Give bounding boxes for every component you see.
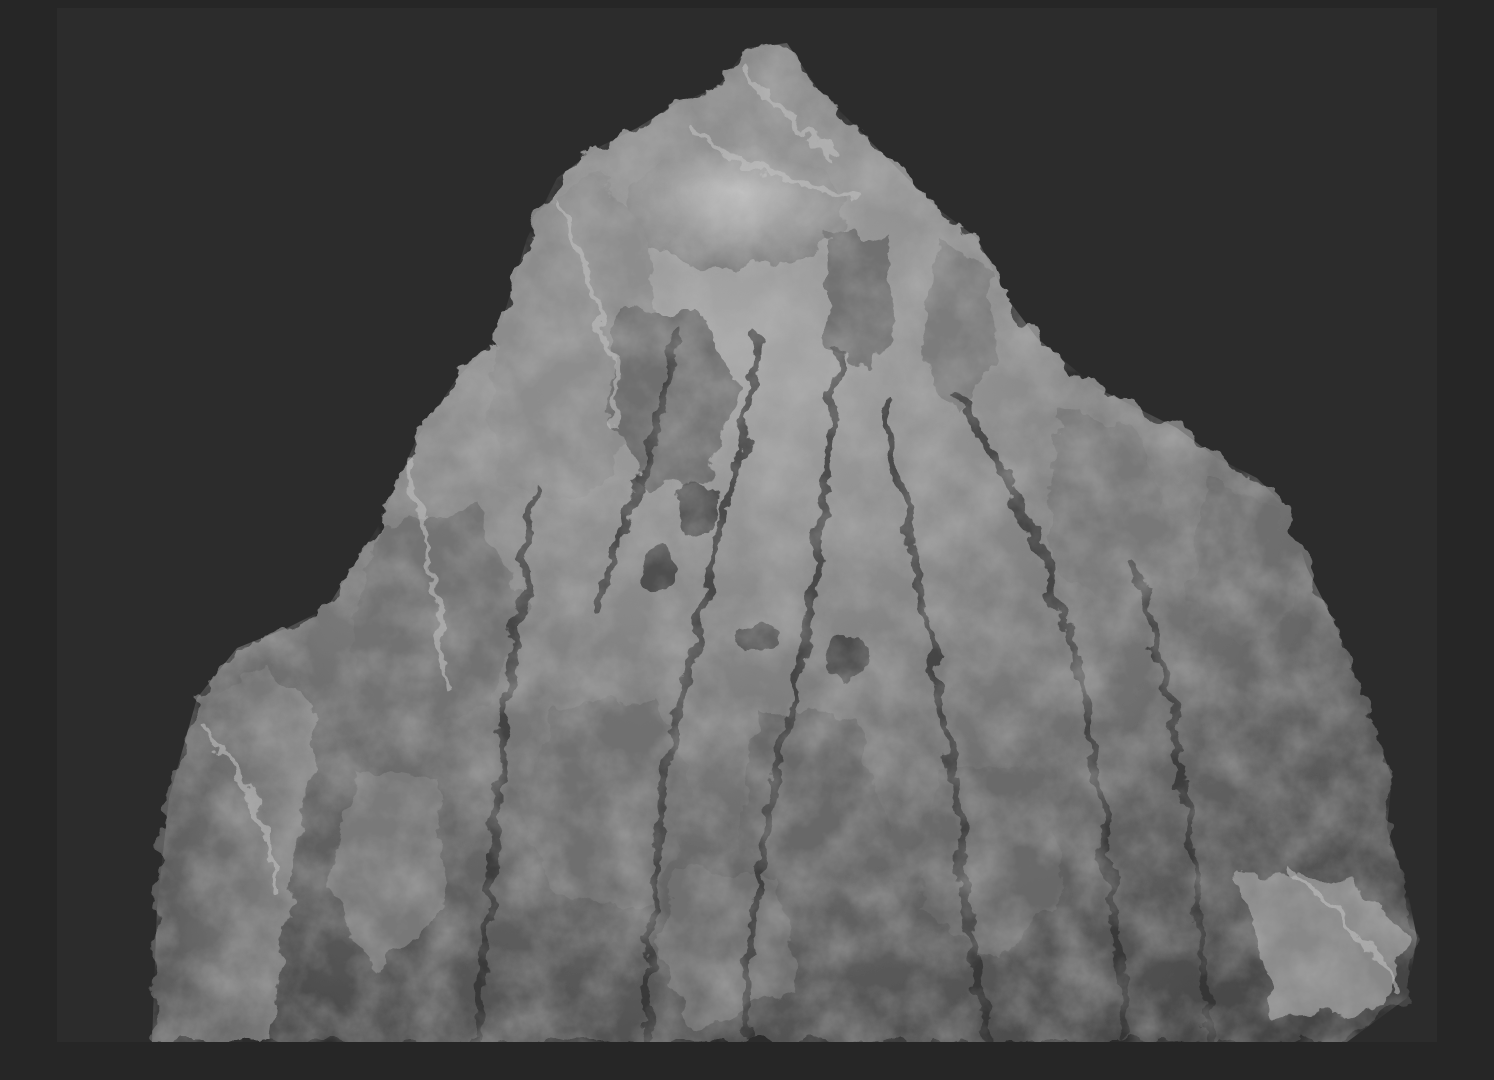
sculpt-viewport[interactable] [57, 8, 1437, 1042]
sculpted-rock-mound-icon [152, 43, 1417, 1042]
outer-frame [0, 0, 1494, 1080]
